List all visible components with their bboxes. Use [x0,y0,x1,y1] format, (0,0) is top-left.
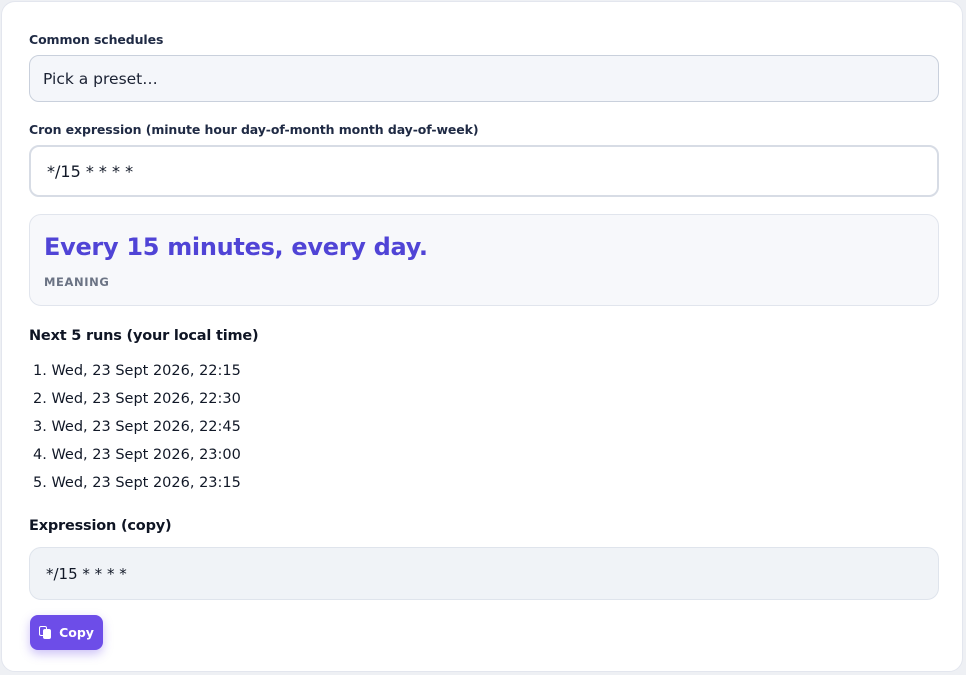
cron-expression-input[interactable] [29,145,939,197]
copy-button[interactable]: Copy [30,615,103,650]
copy-button-label: Copy [59,625,94,640]
list-item: 1. Wed, 23 Sept 2026, 22:15 [33,363,241,379]
meaning-caption: MEANING [44,275,110,289]
next-runs-list: 1. Wed, 23 Sept 2026, 22:15 2. Wed, 23 S… [33,360,241,500]
list-item: 4. Wed, 23 Sept 2026, 23:00 [33,447,241,463]
expression-copy-heading: Expression (copy) [29,518,172,534]
cron-card: Common schedules Pick a preset… Cron exp… [1,1,963,672]
preset-select[interactable]: Pick a preset… [29,55,939,102]
meaning-panel: Every 15 minutes, every day. MEANING [29,214,939,306]
next-runs-heading: Next 5 runs (your local time) [29,328,259,344]
presets-label: Common schedules [29,32,164,47]
list-item: 5. Wed, 23 Sept 2026, 23:15 [33,475,241,491]
list-item: 3. Wed, 23 Sept 2026, 22:45 [33,419,241,435]
copy-icon [39,625,52,640]
list-item: 2. Wed, 23 Sept 2026, 22:30 [33,391,241,407]
preset-select-value: Pick a preset… [43,69,158,88]
expression-copy-field[interactable]: */15 * * * * [29,547,939,600]
meaning-text: Every 15 minutes, every day. [44,233,428,261]
expression-copy-value: */15 * * * * [46,564,127,583]
cron-expression-label: Cron expression (minute hour day-of-mont… [29,122,479,137]
